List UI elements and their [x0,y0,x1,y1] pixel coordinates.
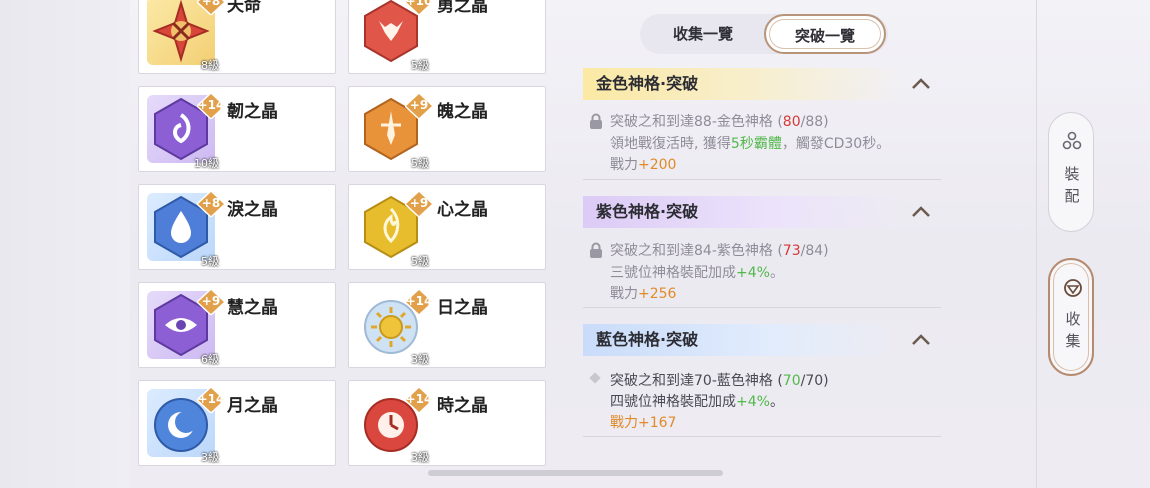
gem-card[interactable]: 5級 +9 心之晶 [348,184,546,270]
gem-level: 3級 [411,353,429,366]
equip-label-1: 裝 [1064,165,1080,183]
gem-card[interactable]: 3級 +14 月之晶 [138,380,336,466]
gem-level: 3級 [201,451,219,464]
diamond-bullet-icon [589,372,601,384]
power-text: 戰力+200 [610,157,677,173]
effect-text: 三號位神格裝配加成+4%。 [610,265,784,281]
chevron-up-icon[interactable] [911,334,931,346]
bonus-value: +9 [201,294,221,308]
condition-text: 突破之和到達88-金色神格 (80/88) [610,114,829,130]
effect-text: 領地戰復活時, 獲得5秒霸體，觸發CD30秒。 [610,136,891,152]
divider [583,179,941,180]
section-title: 紫色神格·突破 [596,202,699,221]
bonus-value: +14 [405,294,433,308]
gem-card[interactable]: 5級 +8 淚之晶 [138,184,336,270]
effect-text: 四號位神格裝配加成+4%。 [610,394,784,410]
lock-icon [590,113,602,129]
gem-level: 3級 [411,451,429,464]
tab-breakthrough-overview[interactable]: 突破一覽 [764,14,886,54]
gem-name: 勇之晶 [437,0,488,16]
bonus-value: +9 [409,196,429,210]
bonus-badge: +14 [197,93,225,119]
gem-level: 5級 [411,157,429,170]
section-header-blue[interactable]: 藍色神格·突破 [583,324,938,356]
condition-text: 突破之和到達70-藍色神格 (70/70) [610,373,829,389]
gem-name: 時之晶 [437,396,488,416]
bonus-badge: +9 [197,289,225,315]
tab-collection-overview[interactable]: 收集一覽 [644,14,762,54]
bonus-badge: +8 [197,0,225,15]
gem-level: 10級 [194,157,219,170]
collect-label-2: 集 [1065,332,1081,350]
gem-level: 6級 [201,353,219,366]
bonus-value: +10 [405,0,433,8]
section-title: 金色神格·突破 [596,74,699,93]
section-title: 藍色神格·突破 [596,330,699,349]
gem-name: 天命 [227,0,261,16]
bonus-value: +9 [409,98,429,112]
bonus-badge: +9 [405,93,433,119]
left-background [0,0,130,488]
bonus-badge: +14 [197,387,225,413]
condition-text: 突破之和到達84-紫色神格 (73/84) [610,243,829,259]
chevron-up-icon[interactable] [911,78,931,90]
gem-card[interactable]: 10級 +14 韌之晶 [138,86,336,172]
collect-button[interactable]: 收 集 [1048,258,1094,376]
gem-name: 日之晶 [437,298,488,318]
bonus-value: +14 [197,98,225,112]
panel-divider [1036,0,1037,488]
chevron-up-icon[interactable] [911,206,931,218]
bonus-value: +8 [201,0,221,8]
divider [583,307,941,308]
gem-name: 心之晶 [437,200,488,220]
gem-card[interactable]: 3級 +14 日之晶 [348,282,546,368]
gem-level: 8級 [201,59,219,72]
scroll-indicator[interactable] [428,470,723,476]
gem-name: 淚之晶 [227,200,278,220]
power-text: 戰力+167 [610,415,677,431]
equip-label-2: 配 [1064,187,1080,205]
bonus-value: +8 [201,196,221,210]
bonus-badge: +14 [405,289,433,315]
gem-level: 5級 [201,255,219,268]
gem-card[interactable]: 6級 +9 慧之晶 [138,282,336,368]
equip-button[interactable]: 裝 配 [1048,112,1094,232]
gem-card[interactable]: 5級 +9 魄之晶 [348,86,546,172]
gem-level: 5級 [411,59,429,72]
lock-icon [590,242,602,258]
bonus-badge: +9 [405,191,433,217]
gem-level: 5級 [411,255,429,268]
gem-shield-icon [1064,279,1082,297]
bonus-badge: +8 [197,191,225,217]
section-header-purple[interactable]: 紫色神格·突破 [583,196,938,228]
gem-card[interactable]: 3級 +14 時之晶 [348,380,546,466]
divider [583,436,941,437]
power-text: 戰力+256 [610,286,677,302]
section-header-gold[interactable]: 金色神格·突破 [583,68,938,100]
collect-label-1: 收 [1065,310,1081,328]
gem-name: 慧之晶 [227,298,278,318]
gem-name: 韌之晶 [227,102,278,122]
bonus-value: +14 [197,392,225,406]
cluster-icon [1062,131,1082,150]
bonus-badge: +14 [405,387,433,413]
view-tabs: 收集一覽 突破一覽 [640,14,888,54]
gem-card[interactable]: 8級 +8 天命 [138,0,336,74]
gem-name: 月之晶 [227,396,278,416]
bonus-badge: +10 [405,0,433,15]
gem-card[interactable]: 5級 +10 勇之晶 [348,0,546,74]
bonus-value: +14 [405,392,433,406]
gem-name: 魄之晶 [437,102,488,122]
